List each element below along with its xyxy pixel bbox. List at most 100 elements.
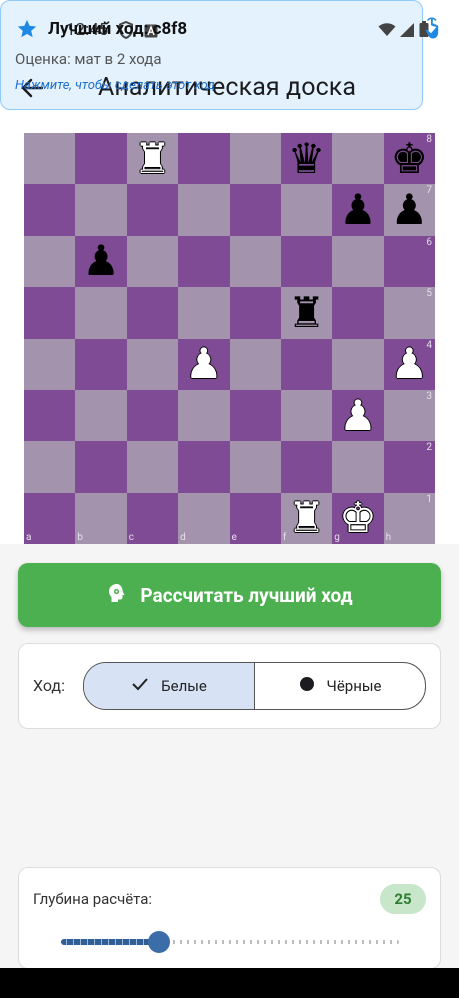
square-g6[interactable] [332,235,384,288]
square-e7[interactable] [229,184,281,236]
square-c6[interactable] [126,235,179,288]
black-pawn-piece[interactable]: ♟ [390,189,428,231]
square-b5[interactable] [75,287,127,339]
white-rook-piece[interactable]: ♜ [134,137,172,180]
square-h8[interactable]: 8 ♚ [383,133,435,185]
depth-slider[interactable] [61,930,399,954]
depth-label: Глубина расчёта: [33,890,153,908]
square-h1[interactable]: 1h [383,492,435,544]
square-c1[interactable]: c [126,492,179,544]
square-h4[interactable]: 4 ♟ [383,338,435,390]
white-pawn-piece[interactable]: ♟ [339,394,377,437]
black-rook-piece[interactable]: ♜ [288,291,326,334]
square-c2[interactable] [126,441,179,493]
square-g8[interactable] [332,133,384,185]
square-a5[interactable] [24,287,76,339]
square-g5[interactable] [332,287,384,339]
chess-board[interactable]: ♜ ♛ 8 ♚ ♟ 7 ♟ ♟ 6 ♜ 5 ♟ 4 ♟ ♟ 3 2 a b c d e f ♜ g ♚ 1 h [24,133,435,544]
tap-hand-icon[interactable] [425,16,443,44]
square-f4[interactable] [280,338,333,390]
square-c4[interactable] [126,338,179,390]
turn-option-white-label: Белые [161,677,207,695]
square-e3[interactable] [229,389,281,442]
black-king-piece[interactable]: ♚ [390,137,428,180]
square-f1[interactable]: f ♜ [280,492,333,544]
file-label: b [77,532,83,543]
rank-label: 6 [426,236,432,248]
star-icon [16,18,38,44]
square-h6[interactable]: 6 [383,235,435,288]
square-a1[interactable]: a [24,492,76,544]
square-b2[interactable] [75,441,127,493]
square-d2[interactable] [178,441,230,493]
square-f6[interactable] [280,235,333,288]
square-f7[interactable] [280,184,333,236]
depth-slider-thumb[interactable] [148,931,170,953]
square-d1[interactable]: d [178,492,230,544]
square-g2[interactable] [332,441,384,493]
square-f5[interactable]: ♜ [280,287,333,339]
square-b6[interactable]: ♟ [75,235,127,288]
turn-option-white[interactable]: Белые [84,663,254,709]
file-label: a [26,532,32,543]
turn-option-black[interactable]: Чёрные [255,663,425,709]
square-e8[interactable] [229,133,281,185]
best-move-title: Лучший ход: c8f8 [48,19,188,39]
square-d5[interactable] [178,287,230,339]
square-h7[interactable]: 7 ♟ [383,184,435,236]
square-a6[interactable] [24,235,76,288]
square-b8[interactable] [75,133,127,185]
square-a8[interactable] [24,133,76,185]
square-c8[interactable]: ♜ [126,133,179,185]
square-b7[interactable] [75,184,127,236]
square-e1[interactable]: e [229,492,281,544]
square-a4[interactable] [24,338,76,390]
white-pawn-piece[interactable]: ♟ [185,343,223,385]
square-g4[interactable] [332,338,384,390]
square-f2[interactable] [280,441,333,493]
square-e5[interactable] [229,287,281,339]
file-label: c [128,532,134,543]
filled-circle-icon [299,676,315,696]
square-h2[interactable]: 2 [383,441,435,493]
black-queen-piece[interactable]: ♛ [288,137,326,180]
square-d4[interactable]: ♟ [178,338,230,390]
square-d7[interactable] [178,184,230,236]
white-king-piece[interactable]: ♚ [339,497,377,539]
black-pawn-piece[interactable]: ♟ [82,240,120,282]
square-e6[interactable] [229,235,281,288]
square-f3[interactable] [280,389,333,442]
square-a2[interactable] [24,441,76,493]
square-c5[interactable] [126,287,179,339]
square-e4[interactable] [229,338,281,390]
check-icon [131,677,149,695]
square-e2[interactable] [229,441,281,493]
white-rook-piece[interactable]: ♜ [288,497,326,539]
square-h3[interactable]: 3 [383,389,435,442]
square-c3[interactable] [126,389,179,442]
square-d8[interactable] [178,133,230,185]
black-pawn-piece[interactable]: ♟ [339,189,377,231]
file-label: e [231,532,237,543]
square-d6[interactable] [178,235,230,288]
square-a3[interactable] [24,389,76,442]
square-b3[interactable] [75,389,127,442]
turn-segmented-control[interactable]: Белые Чёрные [83,662,426,710]
white-pawn-piece[interactable]: ♟ [390,343,428,385]
square-b1[interactable]: b [75,492,127,544]
square-d3[interactable] [178,389,230,442]
square-g3[interactable]: ♟ [332,389,384,442]
chess-board-grid[interactable]: ♜ ♛ 8 ♚ ♟ 7 ♟ ♟ 6 ♜ 5 ♟ 4 ♟ ♟ 3 2 a b c d e f ♜ g ♚ 1 h [24,133,435,544]
square-f8[interactable]: ♛ [280,133,333,185]
best-move-hint[interactable]: Нажмите, чтобы сделать этот ход [15,78,215,93]
square-c7[interactable] [126,184,179,236]
square-a7[interactable] [24,184,76,236]
square-h5[interactable]: 5 [383,287,435,339]
square-b4[interactable] [75,338,127,390]
rank-label: 4 [426,339,432,351]
square-g7[interactable]: ♟ [332,184,384,236]
rank-label: 8 [426,134,432,145]
square-g1[interactable]: g ♚ [332,492,384,544]
calculate-best-move-button[interactable]: Рассчитать лучший ход [18,563,441,627]
depth-slider-active-track [61,939,159,945]
